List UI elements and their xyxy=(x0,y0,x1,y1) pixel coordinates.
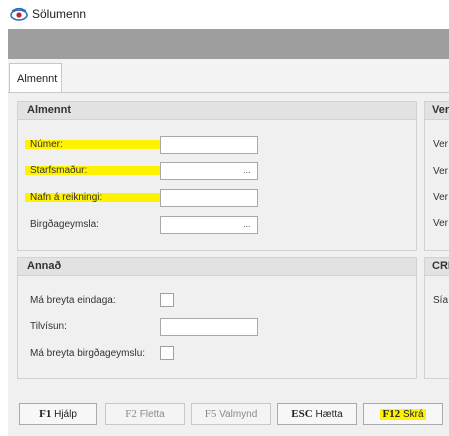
save-button-highlight: F12 Skrá xyxy=(380,408,426,420)
ma-breyta-eindaga-checkbox[interactable] xyxy=(160,293,174,307)
numer-field[interactable] xyxy=(160,136,258,154)
almennt-panel-header xyxy=(18,102,416,120)
ma-breyta-birgdageymslu-label: Má breyta birgðageymslu: xyxy=(30,348,146,359)
right-panel-top-row: Ver xyxy=(433,139,449,150)
browse-button-key: F2 xyxy=(125,408,137,420)
menu-button[interactable]: F5 Valmynd xyxy=(191,403,271,425)
starfsmadur-lookup-button[interactable]: ... xyxy=(243,165,251,175)
tab-almennt-label: Almennt xyxy=(17,73,58,85)
menu-button-label: Valmynd xyxy=(219,409,258,420)
ma-breyta-eindaga-label: Má breyta eindaga: xyxy=(30,295,116,306)
cancel-button[interactable]: ESC Hætta xyxy=(277,403,357,425)
help-button-label: Hjálp xyxy=(54,409,77,420)
starfsmadur-label: Starfsmaður: xyxy=(30,165,88,176)
toolbar-band xyxy=(8,29,449,59)
tilvisun-label: Tilvísun: xyxy=(30,321,67,332)
right-panel-top-row: Ver xyxy=(433,192,449,203)
annad-panel-header xyxy=(18,258,416,276)
right-panel-top-title: Ver xyxy=(432,104,449,116)
right-panel-bottom-row: Sía xyxy=(433,295,449,306)
right-panel-top-row: Ver xyxy=(433,218,449,229)
annad-panel-title: Annað xyxy=(27,260,62,272)
save-button[interactable]: F12 Skrá xyxy=(363,403,443,425)
save-button-label: Skrá xyxy=(402,409,424,420)
nafn-a-reikningi-field[interactable] xyxy=(160,189,258,207)
birgdageymsla-label: Birgðageymsla: xyxy=(30,219,99,230)
help-button[interactable]: F1 Hjálp xyxy=(19,403,97,425)
window-title: Sölumenn xyxy=(32,7,87,21)
ma-breyta-birgdageymslu-checkbox[interactable] xyxy=(160,346,174,360)
numer-label: Númer: xyxy=(30,139,63,150)
cancel-button-label: Hætta xyxy=(315,409,343,420)
nafn-a-reikningi-label: Nafn á reikningi: xyxy=(30,192,103,203)
menu-button-key: F5 xyxy=(204,408,217,420)
browse-button[interactable]: F2 Fletta xyxy=(105,403,185,425)
right-panel-top-row: Ver xyxy=(433,166,449,177)
cancel-button-key: ESC xyxy=(291,408,313,420)
help-button-key: F1 xyxy=(39,408,52,420)
almennt-panel-title: Almennt xyxy=(27,104,71,116)
eye-icon xyxy=(10,7,28,21)
save-button-key: F12 xyxy=(382,408,401,420)
browse-button-label: Fletta xyxy=(139,409,165,420)
birgdageymsla-lookup-button[interactable]: ... xyxy=(243,219,251,229)
tab-strip xyxy=(8,59,449,93)
right-panel-bottom-title: CRI xyxy=(432,260,449,272)
tilvisun-field[interactable] xyxy=(160,318,258,336)
